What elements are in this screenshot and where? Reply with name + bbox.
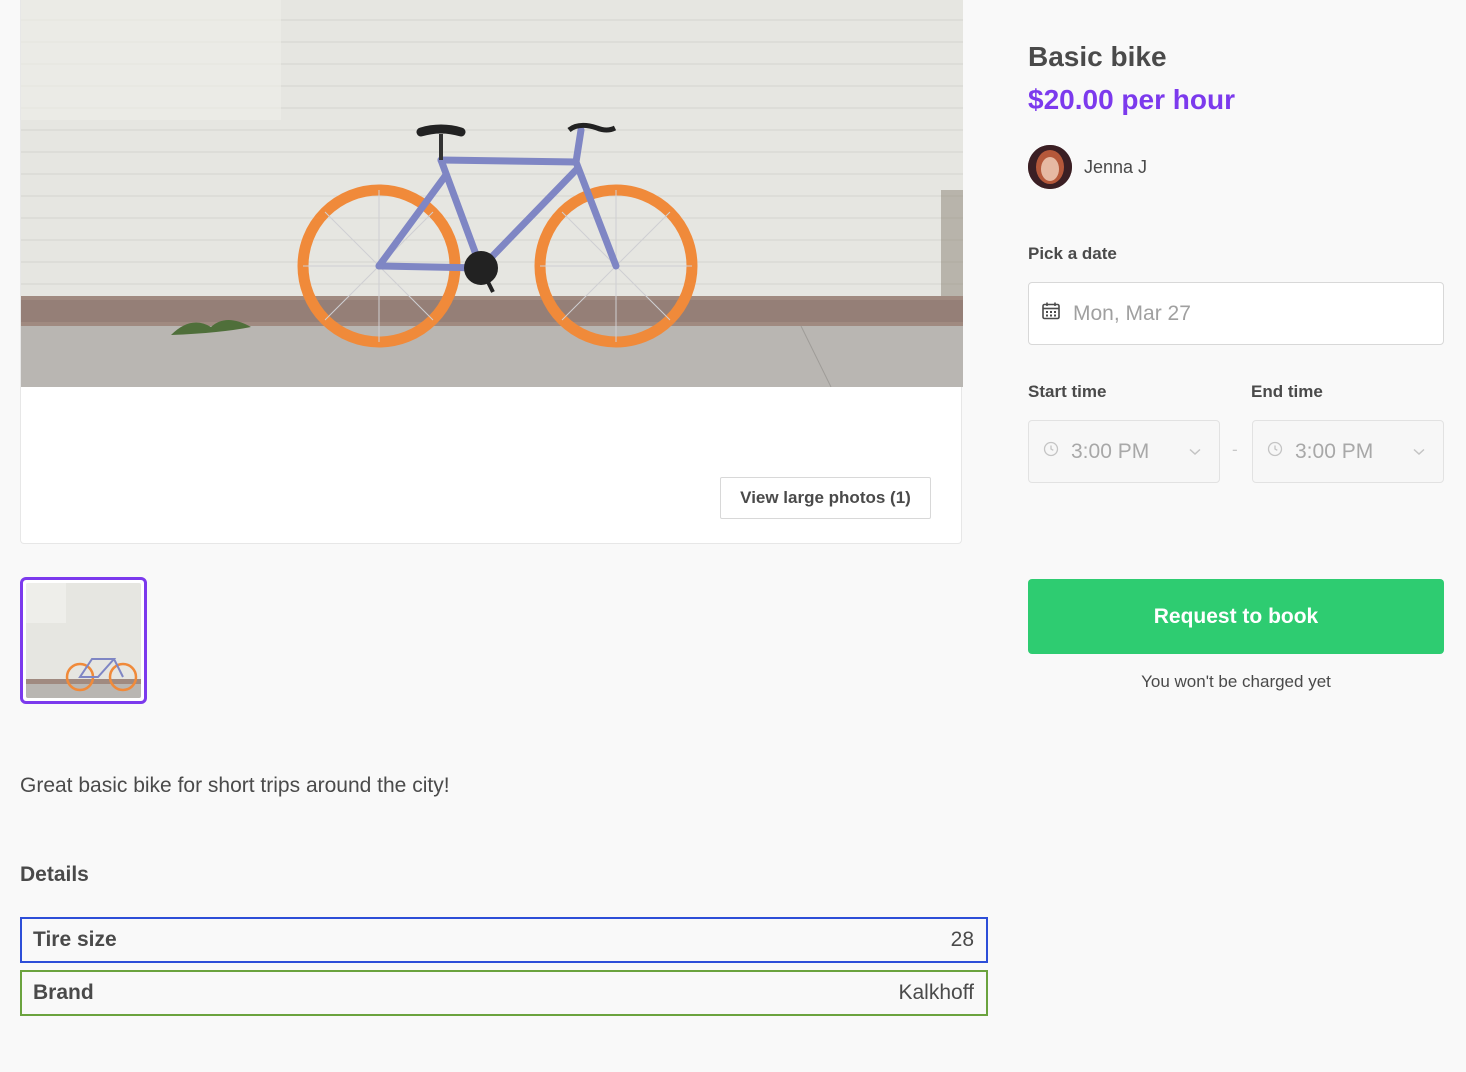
start-time-value: 3:00 PM: [1071, 439, 1150, 463]
charge-note: You won't be charged yet: [1141, 672, 1331, 691]
listing-title: Basic bike: [1028, 41, 1167, 72]
calendar-icon: [1041, 301, 1061, 326]
detail-value: Kalkhoff: [898, 981, 975, 1004]
details-heading: Details: [20, 863, 89, 886]
view-large-photos-button[interactable]: View large photos (1): [720, 477, 931, 519]
price-unit: per hour: [1121, 84, 1235, 115]
end-time-value: 3:00 PM: [1295, 439, 1374, 463]
date-value: Mon, Mar 27: [1073, 301, 1191, 325]
bike-photo: [21, 0, 963, 387]
main-listing-photo[interactable]: [21, 0, 963, 387]
listing-gallery: View large photos (1): [20, 0, 963, 544]
price-amount: $20.00: [1028, 84, 1114, 115]
detail-value: 28: [950, 928, 974, 951]
photo-thumbnail[interactable]: [20, 577, 147, 704]
detail-label: Tire size: [33, 928, 117, 951]
request-to-book-button[interactable]: Request to book: [1028, 579, 1444, 654]
end-time-select[interactable]: 3:00 PM: [1252, 420, 1444, 483]
listing-description: Great basic bike for short trips around …: [20, 774, 450, 797]
detail-label: Brand: [33, 981, 94, 1004]
date-label: Pick a date: [1028, 244, 1117, 263]
clock-icon: [1267, 441, 1283, 462]
start-time-select[interactable]: 3:00 PM: [1028, 420, 1220, 483]
start-time-label: Start time: [1028, 382, 1107, 401]
date-picker-input[interactable]: Mon, Mar 27: [1028, 282, 1444, 345]
listing-price: $20.00 per hour: [1028, 84, 1235, 116]
author-name[interactable]: Jenna J: [1084, 157, 1147, 178]
detail-row-brand: Brand Kalkhoff: [20, 970, 988, 1016]
detail-row-tire-size: Tire size 28: [20, 917, 988, 963]
time-separator: -: [1232, 440, 1238, 459]
avatar[interactable]: [1028, 145, 1072, 189]
chevron-down-icon: [1189, 443, 1201, 461]
clock-icon: [1043, 441, 1059, 462]
chevron-down-icon: [1413, 443, 1425, 461]
bike-thumbnail-image: [26, 583, 141, 698]
end-time-label: End time: [1251, 382, 1323, 401]
author-avatar-image: [1028, 145, 1072, 189]
